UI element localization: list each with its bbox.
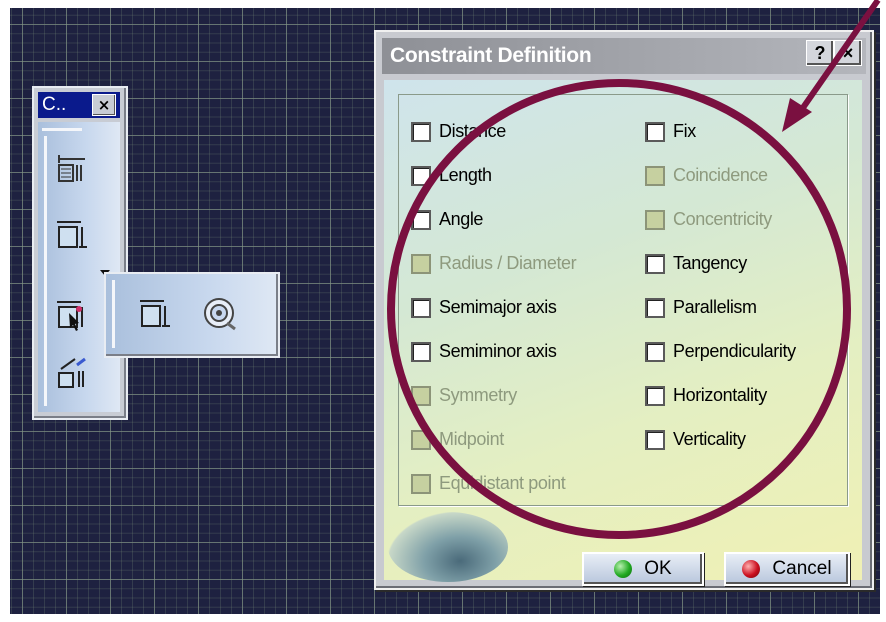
option-coincidence: Coincidence: [645, 165, 768, 186]
checkbox[interactable]: [645, 385, 665, 406]
option-label: Angle: [439, 209, 484, 229]
contact-constraint-icon: [204, 298, 236, 331]
option-perpendicularity[interactable]: Perpendicularity: [645, 341, 796, 362]
contact-constraint-button[interactable]: [52, 294, 92, 334]
option-label: Semimajor axis: [439, 297, 557, 317]
option-semiminor-axis[interactable]: Semiminor axis: [411, 341, 557, 362]
checkbox: [411, 429, 431, 450]
checkbox: [411, 253, 431, 274]
option-label: Parallelism: [673, 297, 757, 317]
option-label: Verticality: [673, 429, 746, 449]
checkbox[interactable]: [411, 121, 431, 142]
constraint-icon: [140, 300, 170, 327]
red-dot-icon: [742, 560, 761, 578]
dialog-body: Distance Length Angle Radius / Diameter …: [384, 80, 862, 586]
option-label: Midpoint: [439, 429, 504, 449]
flyout-constraint-button[interactable]: [134, 292, 176, 334]
constraint-icon: [57, 221, 87, 248]
close-button[interactable]: ×: [834, 40, 862, 66]
option-label: Perpendicularity: [673, 341, 796, 361]
checkbox: [411, 385, 431, 406]
flyout-grip[interactable]: [112, 280, 115, 348]
flyout-contact-constraint-button[interactable]: [198, 292, 240, 334]
option-label: Semiminor axis: [439, 341, 557, 361]
checkbox[interactable]: [645, 121, 665, 142]
option-midpoint: Midpoint: [411, 429, 504, 450]
option-verticality[interactable]: Verticality: [645, 429, 746, 450]
option-label: Coincidence: [673, 165, 768, 185]
cancel-label: Cancel: [772, 558, 832, 579]
constraint-definition-dialog: Constraint Definition ? × Distance Lengt…: [374, 30, 874, 590]
option-label: Length: [439, 165, 492, 185]
checkbox: [645, 209, 665, 230]
checkbox: [411, 473, 431, 494]
checkbox[interactable]: [645, 341, 665, 362]
option-horizontality[interactable]: Horizontality: [645, 385, 767, 406]
constraint-options-group: Distance Length Angle Radius / Diameter …: [398, 94, 848, 506]
dialog-title[interactable]: Constraint Definition: [382, 38, 866, 74]
checkbox[interactable]: [645, 253, 665, 274]
option-semimajor-axis[interactable]: Semimajor axis: [411, 297, 557, 318]
help-button[interactable]: ?: [806, 40, 834, 66]
toolbar-grip[interactable]: [42, 128, 82, 131]
option-fix[interactable]: Fix: [645, 121, 696, 142]
toolbar-body: [38, 122, 120, 412]
checkbox[interactable]: [411, 165, 431, 186]
option-label: Radius / Diameter: [439, 253, 577, 273]
option-distance[interactable]: Distance: [411, 121, 506, 142]
option-label: Distance: [439, 121, 506, 141]
ok-button[interactable]: OK: [582, 552, 704, 586]
option-symmetry: Symmetry: [411, 385, 517, 406]
auto-constraint-icon: [58, 357, 86, 388]
option-concentricity: Concentricity: [645, 209, 772, 230]
option-radius-diameter: Radius / Diameter: [411, 253, 577, 274]
cancel-button[interactable]: Cancel: [724, 552, 850, 586]
option-tangency[interactable]: Tangency: [645, 253, 747, 274]
constraint-flyout-toolbar: [104, 272, 280, 358]
option-label: Concentricity: [673, 209, 772, 229]
option-label: Tangency: [673, 253, 747, 273]
checkbox[interactable]: [411, 209, 431, 230]
dimension-constraints-button[interactable]: [52, 148, 92, 188]
checkbox[interactable]: [645, 297, 665, 318]
toolbar-separator: [44, 136, 47, 406]
option-length[interactable]: Length: [411, 165, 492, 186]
option-equidistant-point: Equidistant point: [411, 473, 566, 494]
checkbox[interactable]: [645, 429, 665, 450]
constraint-button[interactable]: [52, 214, 92, 254]
option-label: Symmetry: [439, 385, 517, 405]
auto-constraint-button[interactable]: [52, 354, 92, 394]
option-parallelism[interactable]: Parallelism: [645, 297, 757, 318]
dimension-constraints-icon: [58, 155, 85, 182]
contact-constraint-icon: [57, 301, 83, 331]
option-label: Fix: [673, 121, 696, 141]
checkbox[interactable]: [411, 297, 431, 318]
checkbox[interactable]: [411, 341, 431, 362]
ok-label: OK: [644, 558, 672, 579]
option-label: Equidistant point: [439, 473, 566, 493]
option-label: Horizontality: [673, 385, 767, 405]
toolbar-close-button[interactable]: ×: [92, 94, 116, 116]
decorative-graphic: [388, 512, 508, 582]
option-angle[interactable]: Angle: [411, 209, 483, 230]
green-dot-icon: [614, 560, 633, 578]
checkbox: [645, 165, 665, 186]
constraint-toolbar: C.. ×: [32, 86, 128, 420]
